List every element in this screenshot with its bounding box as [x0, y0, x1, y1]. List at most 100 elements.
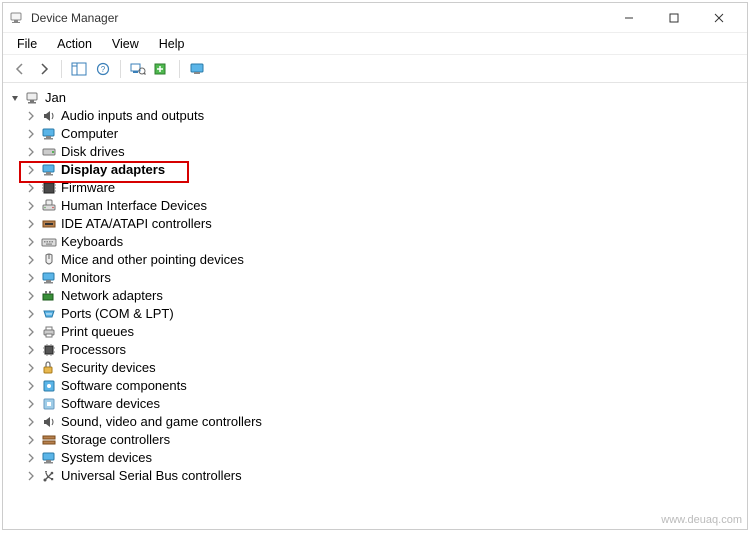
tree-root[interactable]: Jan	[9, 89, 743, 107]
expand-icon[interactable]	[25, 254, 37, 266]
expand-icon[interactable]	[25, 290, 37, 302]
expand-icon[interactable]	[25, 272, 37, 284]
tree-item[interactable]: System devices	[25, 449, 743, 467]
back-button[interactable]	[9, 58, 31, 80]
titlebar: Device Manager	[3, 3, 747, 33]
tree-item[interactable]: Storage controllers	[25, 431, 743, 449]
category-icon	[41, 450, 57, 466]
help-button[interactable]: ?	[92, 58, 114, 80]
expand-icon[interactable]	[25, 110, 37, 122]
tree-item-label: Software components	[61, 377, 187, 395]
expand-icon[interactable]	[25, 326, 37, 338]
expand-icon[interactable]	[25, 236, 37, 248]
window-controls	[606, 4, 741, 32]
menu-file[interactable]: File	[7, 35, 47, 53]
expand-icon[interactable]	[25, 434, 37, 446]
menu-help[interactable]: Help	[149, 35, 195, 53]
computer-icon	[25, 90, 41, 106]
toolbar: ?	[3, 55, 747, 83]
tree-item[interactable]: Audio inputs and outputs	[25, 107, 743, 125]
tree-item[interactable]: Ports (COM & LPT)	[25, 305, 743, 323]
tree-item[interactable]: Sound, video and game controllers	[25, 413, 743, 431]
expand-icon[interactable]	[25, 416, 37, 428]
maximize-button[interactable]	[651, 4, 696, 32]
tree-item[interactable]: Universal Serial Bus controllers	[25, 467, 743, 485]
tree-item-label: Universal Serial Bus controllers	[61, 467, 242, 485]
tree-item[interactable]: Network adapters	[25, 287, 743, 305]
scan-hardware-button[interactable]	[127, 58, 149, 80]
show-hide-tree-button[interactable]	[68, 58, 90, 80]
tree-item[interactable]: Monitors	[25, 269, 743, 287]
category-icon	[41, 378, 57, 394]
category-icon	[41, 216, 57, 232]
expand-icon[interactable]	[25, 452, 37, 464]
tree-item[interactable]: Software devices	[25, 395, 743, 413]
category-icon	[41, 198, 57, 214]
device-manager-window: Device Manager File Action View Help	[2, 2, 748, 530]
expand-icon[interactable]	[25, 218, 37, 230]
menu-action[interactable]: Action	[47, 35, 102, 53]
category-icon	[41, 144, 57, 160]
tree-item[interactable]: Software components	[25, 377, 743, 395]
close-button[interactable]	[696, 4, 741, 32]
expand-icon[interactable]	[25, 344, 37, 356]
watermark-text: www.deuaq.com	[661, 514, 742, 526]
tree-item[interactable]: Security devices	[25, 359, 743, 377]
menu-view[interactable]: View	[102, 35, 149, 53]
expand-icon[interactable]	[25, 470, 37, 482]
add-legacy-hardware-button[interactable]	[151, 58, 173, 80]
category-icon	[41, 432, 57, 448]
expand-icon[interactable]	[25, 362, 37, 374]
category-icon	[41, 180, 57, 196]
tree-item[interactable]: Keyboards	[25, 233, 743, 251]
category-icon	[41, 342, 57, 358]
tree-item[interactable]: Processors	[25, 341, 743, 359]
tree-item-label: Print queues	[61, 323, 134, 341]
collapse-icon[interactable]	[9, 92, 21, 104]
app-icon	[9, 10, 25, 26]
expand-icon[interactable]	[25, 146, 37, 158]
tree-item[interactable]: Human Interface Devices	[25, 197, 743, 215]
toolbar-separator	[61, 60, 62, 78]
category-icon	[41, 126, 57, 142]
expand-icon[interactable]	[25, 200, 37, 212]
tree-item[interactable]: Disk drives	[25, 143, 743, 161]
svg-text:?: ?	[101, 65, 106, 74]
category-icon	[41, 108, 57, 124]
tree-item-label: Display adapters	[61, 161, 165, 179]
expand-icon[interactable]	[25, 164, 37, 176]
tree-item-label: Firmware	[61, 179, 115, 197]
tree-item-label: Security devices	[61, 359, 156, 377]
expand-icon[interactable]	[25, 398, 37, 410]
tree-item-label: Software devices	[61, 395, 160, 413]
toolbar-separator	[179, 60, 180, 78]
device-tree[interactable]: Jan Audio inputs and outputsComputerDisk…	[3, 83, 747, 529]
tree-item-label: Audio inputs and outputs	[61, 107, 204, 125]
expand-icon[interactable]	[25, 182, 37, 194]
category-icon	[41, 288, 57, 304]
tree-item[interactable]: Mice and other pointing devices	[25, 251, 743, 269]
tree-item[interactable]: IDE ATA/ATAPI controllers	[25, 215, 743, 233]
tree-item[interactable]: Firmware	[25, 179, 743, 197]
category-icon	[41, 324, 57, 340]
tree-item-label: Monitors	[61, 269, 111, 287]
devices-by-type-button[interactable]	[186, 58, 208, 80]
tree-item[interactable]: Print queues	[25, 323, 743, 341]
forward-button[interactable]	[33, 58, 55, 80]
expand-icon[interactable]	[25, 128, 37, 140]
tree-item-label: Sound, video and game controllers	[61, 413, 262, 431]
window-title: Device Manager	[31, 11, 606, 25]
category-icon	[41, 270, 57, 286]
category-icon	[41, 414, 57, 430]
category-icon	[41, 306, 57, 322]
tree-item-label: Ports (COM & LPT)	[61, 305, 174, 323]
tree-item-label: Disk drives	[61, 143, 125, 161]
tree-item[interactable]: Display adapters	[25, 161, 743, 179]
expand-icon[interactable]	[25, 380, 37, 392]
category-icon	[41, 252, 57, 268]
tree-item-label: Human Interface Devices	[61, 197, 207, 215]
expand-icon[interactable]	[25, 308, 37, 320]
minimize-button[interactable]	[606, 4, 651, 32]
tree-item[interactable]: Computer	[25, 125, 743, 143]
tree-item-label: Keyboards	[61, 233, 123, 251]
